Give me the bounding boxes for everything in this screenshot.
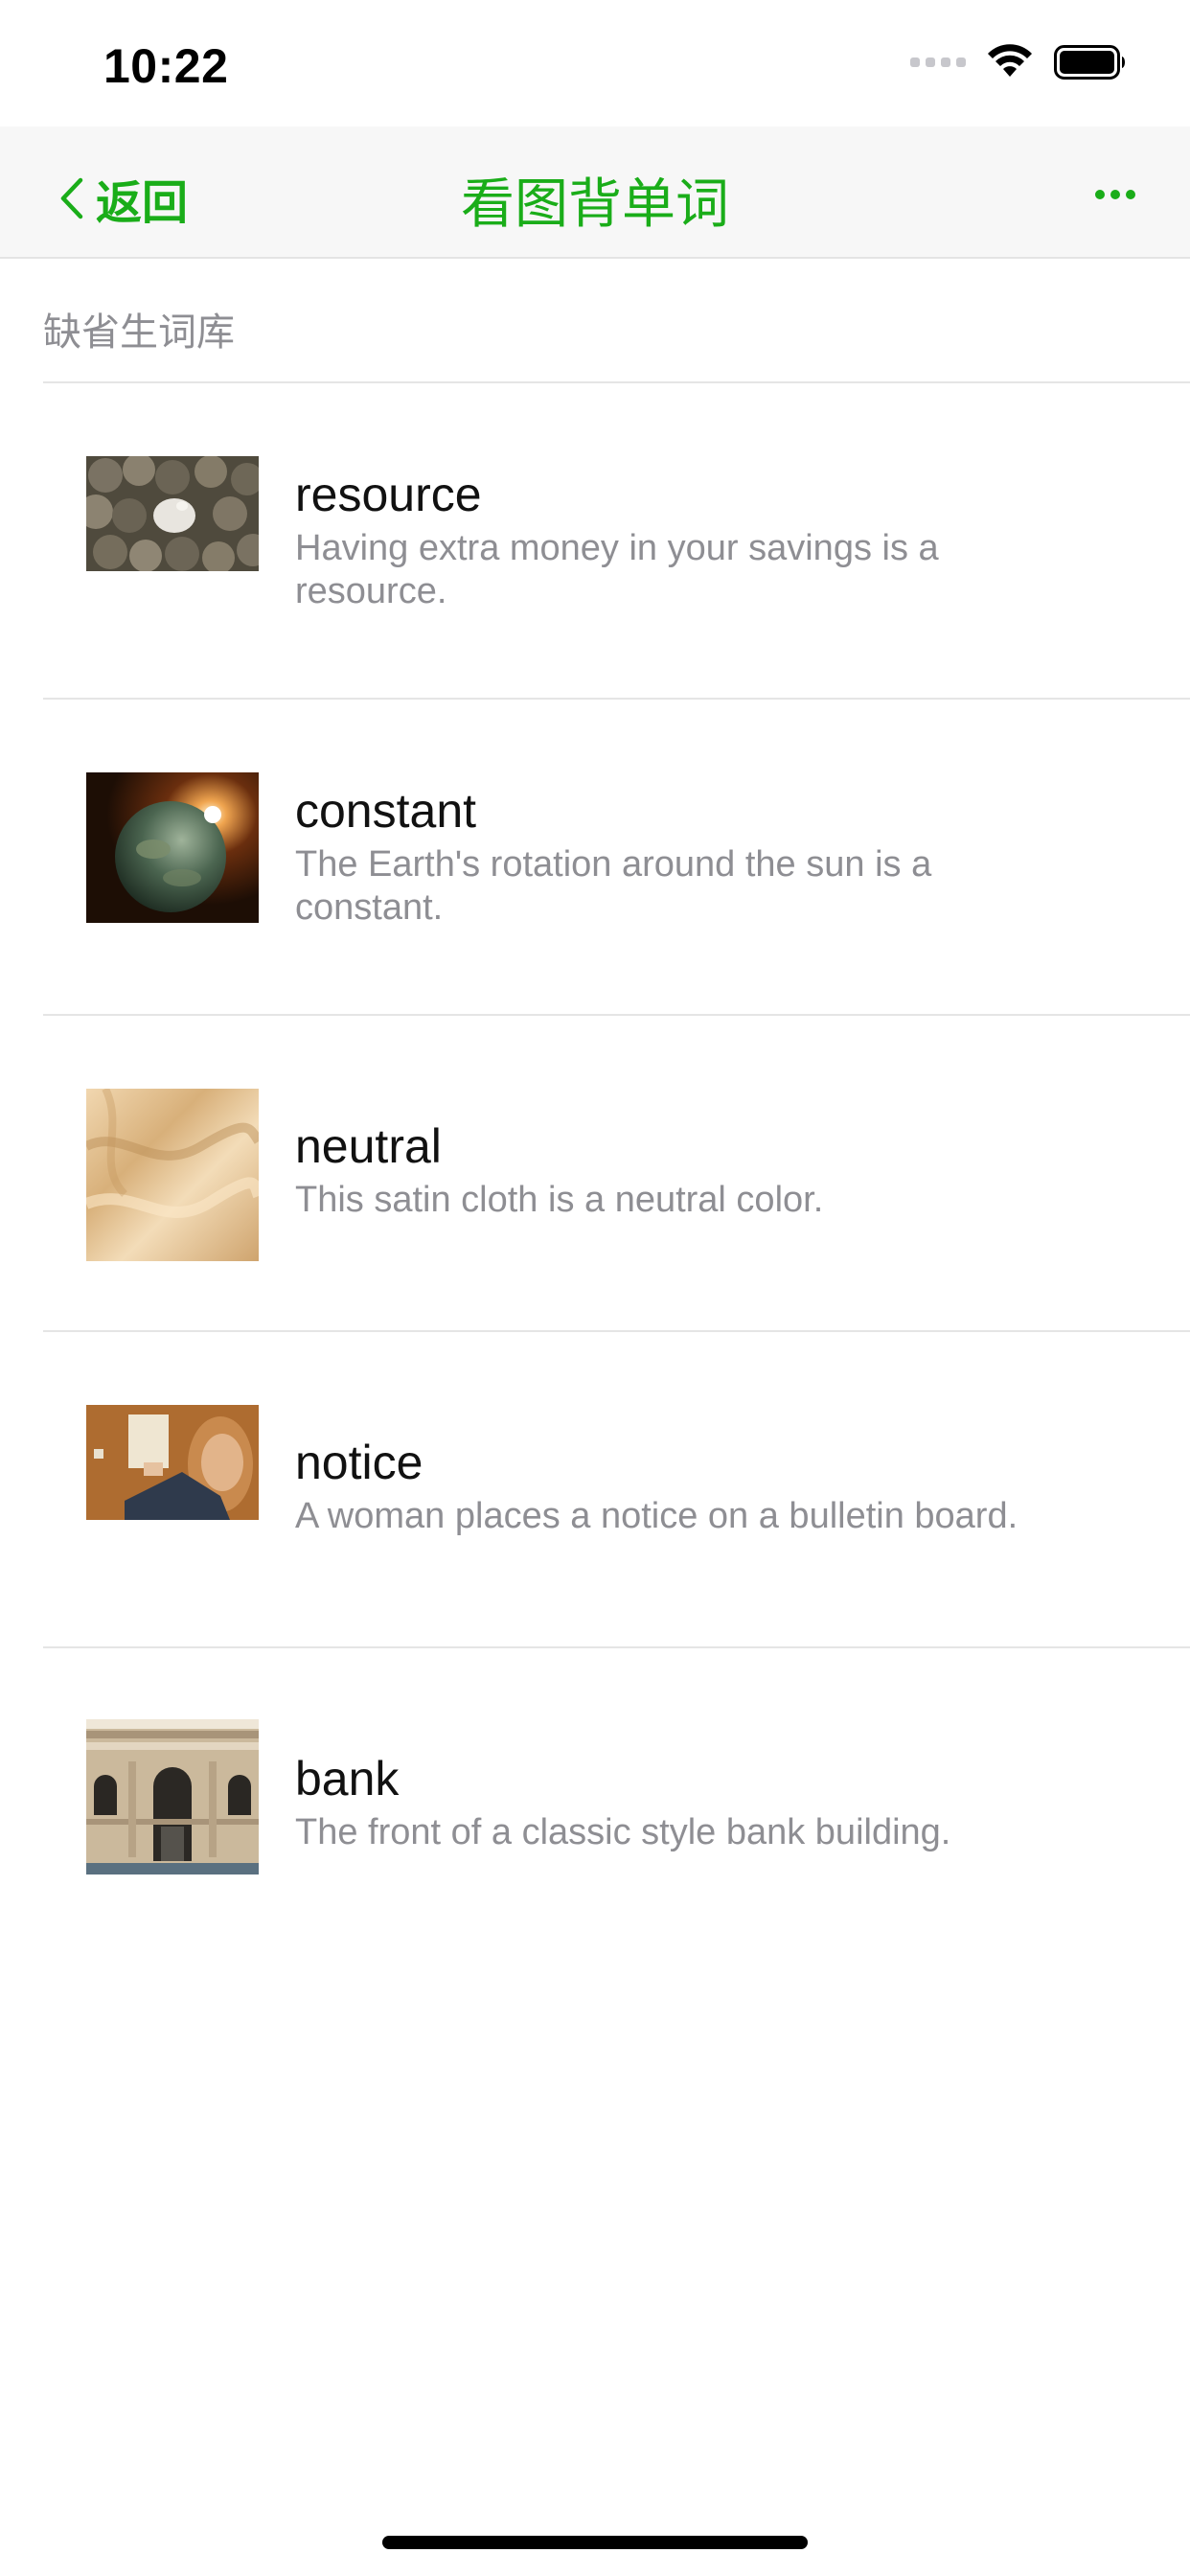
word-list-item[interactable]: constant The Earth's rotation around the…: [43, 700, 1190, 1016]
section-title: 缺省生词库: [43, 311, 235, 354]
bank-building-thumbnail: [86, 1719, 259, 1874]
navigation-bar: 返回 看图背单词: [0, 126, 1190, 259]
battery-icon: [1054, 45, 1125, 80]
word-text: constant The Earth's rotation around the…: [295, 782, 1133, 930]
word-title: resource: [295, 468, 482, 521]
woman-bulletin-board-thumbnail: [86, 1405, 259, 1520]
word-sentence: This satin cloth is a neutral color.: [295, 1180, 824, 1220]
cellular-signal-icon: [910, 58, 966, 67]
home-indicator[interactable]: [382, 2536, 808, 2549]
word-title: constant: [295, 784, 477, 838]
word-text: notice A woman places a notice on a bull…: [295, 1434, 1133, 1538]
chevron-left-icon: [60, 177, 83, 219]
more-dot: [1110, 190, 1120, 199]
status-bar: 10:22: [0, 0, 1190, 126]
word-list-item[interactable]: neutral This satin cloth is a neutral co…: [43, 1016, 1190, 1332]
word-list: resource Having extra money in your savi…: [43, 383, 1190, 1965]
status-icons: [910, 44, 1127, 80]
word-title: bank: [295, 1752, 400, 1806]
word-title: neutral: [295, 1119, 442, 1173]
word-list-item[interactable]: resource Having extra money in your savi…: [43, 383, 1190, 700]
word-text: neutral This satin cloth is a neutral co…: [295, 1117, 1133, 1222]
word-sentence: The Earth's rotation around the sun is a…: [295, 844, 932, 928]
word-title: notice: [295, 1436, 423, 1489]
word-list-item[interactable]: bank The front of a classic style bank b…: [43, 1648, 1190, 1965]
earth-sun-thumbnail: [86, 772, 259, 923]
wifi-icon: [988, 44, 1032, 77]
section-header: 缺省生词库: [43, 259, 1190, 383]
word-text: resource Having extra money in your savi…: [295, 466, 1133, 613]
status-time: 10:22: [103, 39, 229, 93]
word-sentence: A woman places a notice on a bulletin bo…: [295, 1496, 1018, 1536]
back-button-label: 返回: [96, 178, 189, 229]
more-options-button[interactable]: [1087, 171, 1144, 218]
word-sentence: Having extra money in your savings is a …: [295, 528, 939, 611]
more-dot: [1126, 190, 1135, 199]
more-dot: [1095, 190, 1105, 199]
back-button[interactable]: 返回: [57, 165, 188, 232]
word-list-item[interactable]: notice A woman places a notice on a bull…: [43, 1332, 1190, 1648]
satin-cloth-thumbnail: [86, 1089, 259, 1261]
coins-piggy-bank-thumbnail: [86, 456, 259, 571]
word-text: bank The front of a classic style bank b…: [295, 1750, 1133, 1854]
word-sentence: The front of a classic style bank buildi…: [295, 1812, 951, 1852]
